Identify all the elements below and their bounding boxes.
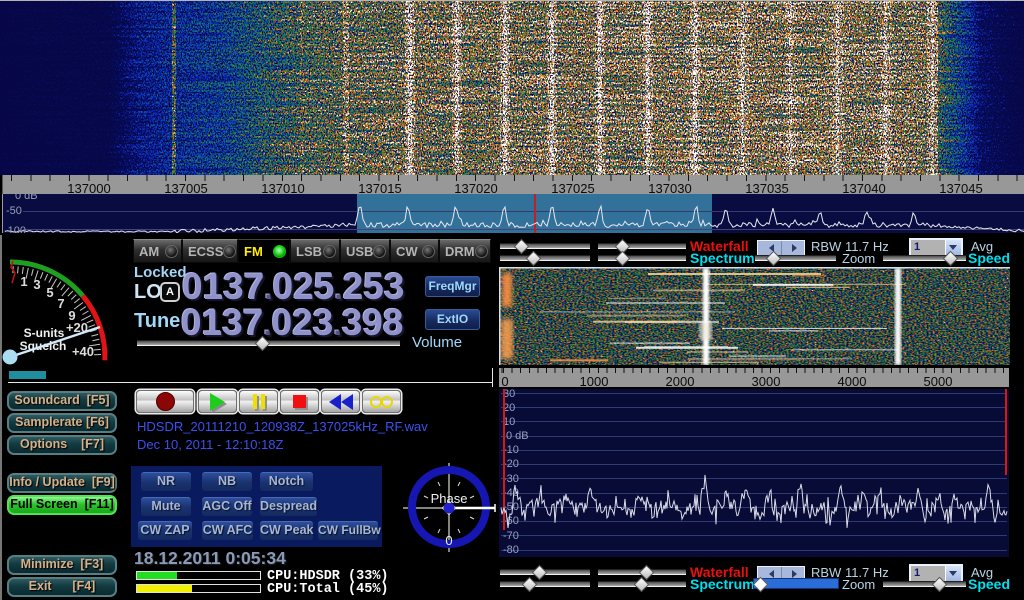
svg-text:S-units: S-units [24,326,65,340]
svg-text:3: 3 [33,277,40,292]
svg-text:5: 5 [46,285,53,300]
svg-text:Phase: Phase [431,491,468,506]
svg-text:1: 1 [20,274,27,289]
svg-text:+40: +40 [72,344,94,359]
svg-text:0: 0 [445,533,452,548]
svg-text:7: 7 [57,296,64,311]
